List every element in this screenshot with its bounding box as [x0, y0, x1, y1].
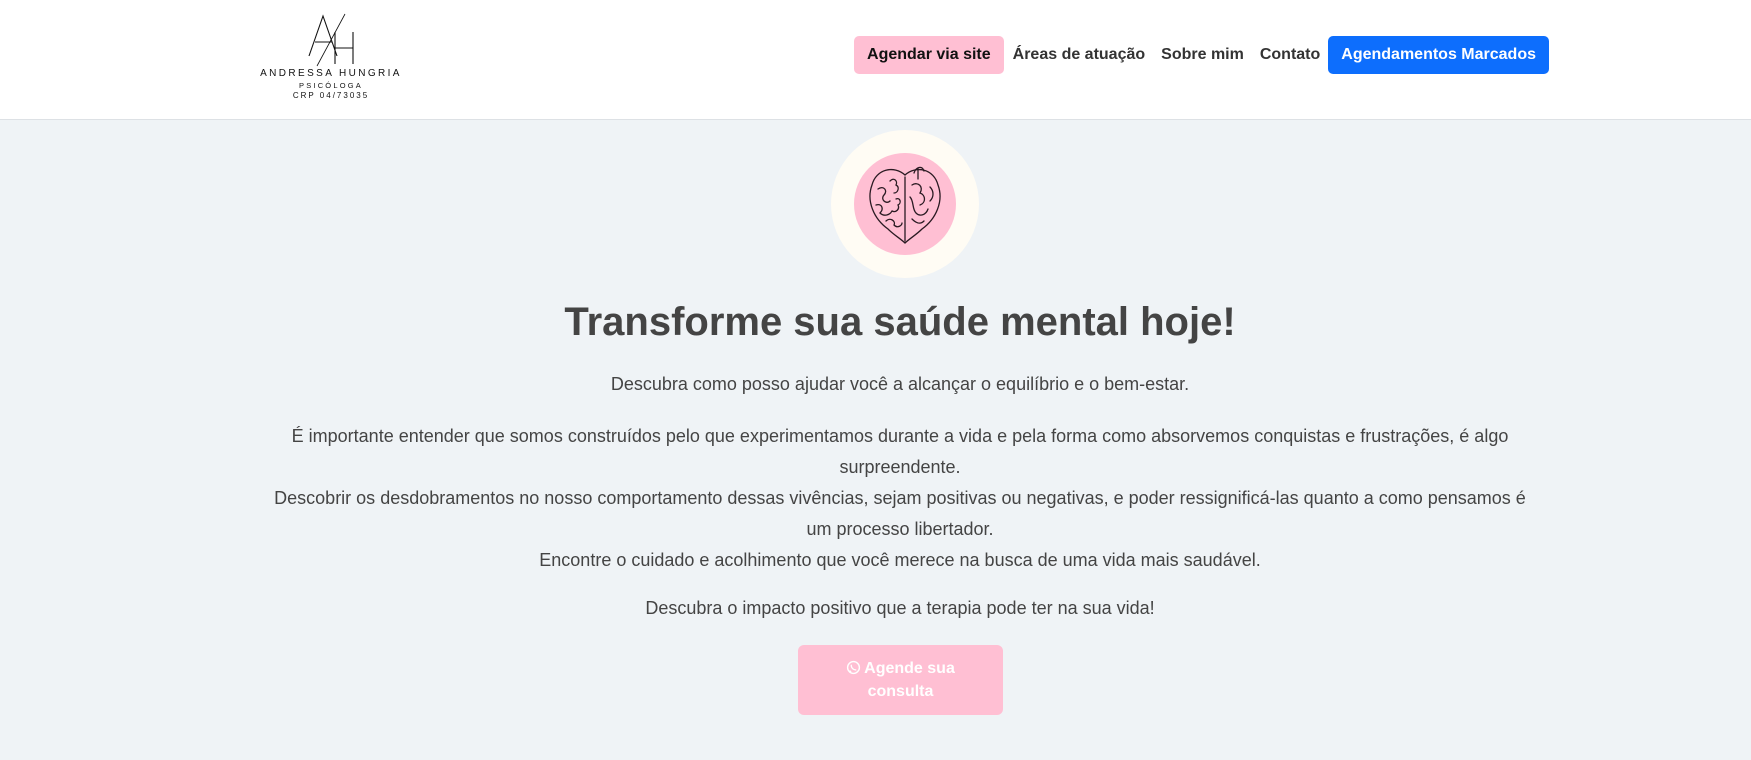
nav-menu: Agendar via site Áreas de atuação Sobre …	[854, 36, 1549, 74]
hero-subheadline: Descubra como posso ajudar você a alcanç…	[610, 374, 1190, 394]
logo-role: PSICÓLOGA	[299, 81, 363, 90]
monogram-logo-icon	[308, 13, 354, 67]
hero-body: É importante entender que somos construí…	[266, 421, 1534, 576]
nav-link-areas[interactable]: Áreas de atuação	[1013, 46, 1146, 64]
hero-image	[831, 130, 979, 278]
logo-crp: CRP 04/73035	[292, 91, 370, 100]
hero-paragraph: Descobrir os desdobramentos no nosso com…	[274, 488, 1526, 539]
brain-heart-illustration-icon	[869, 166, 941, 244]
nav-link-contact[interactable]: Contato	[1260, 46, 1320, 64]
book-consultation-button[interactable]: Agende sua consulta	[798, 645, 1003, 715]
cta-label: Agende sua consulta	[864, 660, 955, 700]
logo-name: ANDRESSA HUNGRIA	[260, 68, 402, 79]
navbar: ANDRESSA HUNGRIA PSICÓLOGA CRP 04/73035 …	[0, 0, 1751, 120]
whatsapp-icon	[847, 660, 861, 675]
hero-paragraph: Encontre o cuidado e acolhimento que voc…	[539, 550, 1261, 570]
hero-headline: Transforme sua saúde mental hoje!	[564, 300, 1236, 344]
hero-paragraph: É importante entender que somos construí…	[291, 426, 1509, 477]
nav-link-about[interactable]: Sobre mim	[1161, 46, 1244, 64]
schedule-via-site-button[interactable]: Agendar via site	[854, 36, 1004, 74]
logo[interactable]: ANDRESSA HUNGRIA PSICÓLOGA CRP 04/73035	[256, 12, 406, 102]
hero-impact-text: Descubra o impacto positivo que a terapi…	[645, 598, 1155, 618]
appointments-button[interactable]: Agendamentos Marcados	[1328, 36, 1549, 74]
